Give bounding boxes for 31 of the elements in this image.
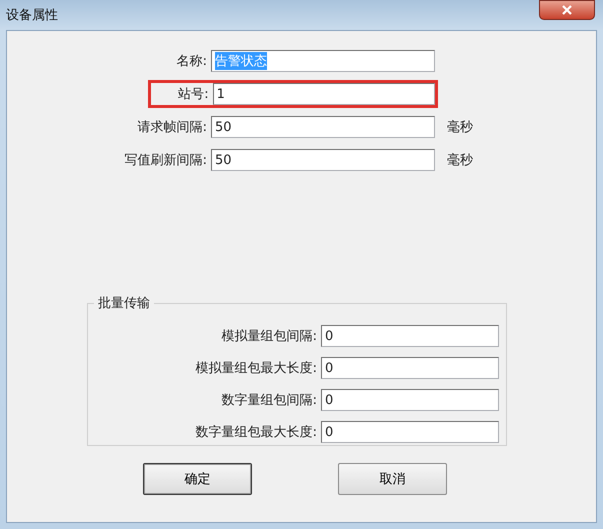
field-value: 0 xyxy=(325,328,334,344)
text-field[interactable]: 0 xyxy=(321,357,499,379)
field-label: 模拟量组包最大长度: xyxy=(194,360,318,377)
close-icon xyxy=(562,5,572,15)
close-button[interactable] xyxy=(539,0,595,20)
field-value: 50 xyxy=(215,120,232,134)
text-field[interactable]: 0 xyxy=(321,325,499,347)
field-label: 写值刷新间隔: xyxy=(124,152,208,169)
unit-label: 毫秒 xyxy=(447,152,473,169)
text-field[interactable]: 0 xyxy=(321,389,499,411)
window-title: 设备属性 xyxy=(6,7,58,24)
text-field[interactable]: 0 xyxy=(321,421,499,443)
field-label: 数字量组包最大长度: xyxy=(194,424,318,441)
field-label: 请求帧间隔: xyxy=(136,119,208,136)
field-value: 50 xyxy=(215,152,232,168)
text-field[interactable]: 50 xyxy=(211,149,435,171)
dialog-button[interactable]: 确定 xyxy=(143,463,252,495)
field-value: 告警状态 xyxy=(215,52,267,70)
field-label: 站号: xyxy=(177,86,210,103)
dialog-button[interactable]: 取消 xyxy=(338,463,447,495)
field-value: 1 xyxy=(216,86,225,102)
text-field[interactable]: 1 xyxy=(212,83,435,105)
text-field[interactable]: 50 xyxy=(211,116,435,138)
field-value: 0 xyxy=(325,360,334,376)
field-value: 0 xyxy=(325,424,334,440)
field-value: 0 xyxy=(325,392,334,408)
group-title: 批量传输 xyxy=(97,295,151,312)
unit-label: 毫秒 xyxy=(447,119,473,136)
field-label: 数字量组包间隔: xyxy=(220,392,318,409)
field-label: 模拟量组包间隔: xyxy=(220,328,318,345)
field-label: 名称: xyxy=(176,53,208,70)
